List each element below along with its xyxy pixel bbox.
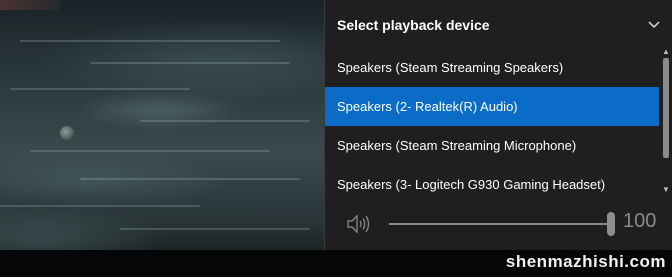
scrollbar-thumb[interactable]: [663, 58, 669, 158]
device-list-scrollbar[interactable]: ▲ ▼: [662, 48, 670, 198]
wallpaper-streak: [120, 228, 310, 230]
wallpaper-streak: [30, 150, 270, 152]
volume-value: 100: [623, 210, 657, 232]
wallpaper-light-orb: [60, 126, 74, 140]
wallpaper-streak: [90, 62, 290, 64]
speaker-volume-icon[interactable]: [345, 212, 371, 236]
volume-slider-thumb[interactable]: [607, 212, 615, 236]
scroll-down-icon[interactable]: ▼: [662, 186, 670, 194]
flyout-title: Select playback device: [337, 17, 490, 33]
device-option-selected[interactable]: Speakers (2- Realtek(R) Audio): [325, 87, 659, 126]
device-option[interactable]: Speakers (3- Logitech G930 Gaming Headse…: [325, 165, 659, 204]
wallpaper-streak: [20, 40, 280, 42]
device-option[interactable]: Speakers (Steam Streaming Microphone): [325, 126, 659, 165]
device-label: Speakers (Steam Streaming Speakers): [337, 60, 564, 75]
watermark-text: shenmazhishi.com: [505, 252, 666, 271]
chevron-down-icon[interactable]: [646, 16, 662, 32]
volume-slider[interactable]: [389, 223, 611, 225]
device-label: Speakers (Steam Streaming Microphone): [337, 138, 577, 153]
device-label: Speakers (3- Logitech G930 Gaming Headse…: [337, 177, 606, 192]
volume-slider-fill: [389, 223, 611, 225]
device-list: Speakers (Steam Streaming Speakers) Spea…: [325, 48, 659, 204]
device-option[interactable]: Speakers (Steam Streaming Speakers): [325, 48, 659, 87]
volume-control: 100: [325, 204, 672, 244]
wallpaper-streak: [80, 178, 300, 180]
wallpaper-streak: [10, 88, 190, 90]
scroll-up-icon[interactable]: ▲: [662, 48, 670, 56]
device-label: Speakers (2- Realtek(R) Audio): [337, 99, 518, 114]
flyout-header[interactable]: Select playback device: [325, 0, 665, 50]
wallpaper-streak: [140, 120, 310, 122]
playback-device-flyout: Select playback device Speakers (Steam S…: [324, 0, 672, 250]
wallpaper-streak: [0, 205, 200, 207]
wallpaper-edge: [0, 0, 60, 10]
